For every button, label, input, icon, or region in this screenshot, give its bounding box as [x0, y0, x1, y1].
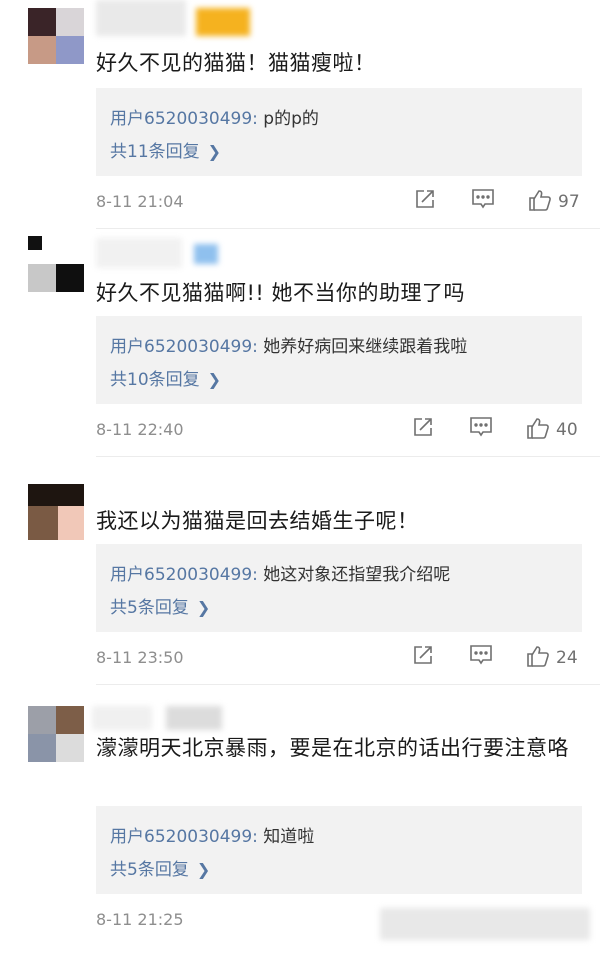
reply-username[interactable]: 用户6520030499:	[110, 109, 258, 129]
like-count: 97	[558, 192, 580, 212]
reply-text: 她这对象还指望我介绍呢	[257, 565, 451, 585]
comment-footer: 8-11 21:04 97	[96, 188, 586, 218]
comment-time: 8-11 22:40	[96, 420, 184, 439]
view-replies-label: 共10条回复	[110, 370, 200, 390]
avatar[interactable]	[28, 236, 84, 292]
share-icon[interactable]	[414, 188, 436, 218]
chevron-right-icon: ❯	[196, 598, 211, 617]
share-icon[interactable]	[412, 644, 434, 674]
comment-item: 我还以为猫猫是回去结婚生子呢！ 用户6520030499: 她这对象还指望我介绍…	[0, 456, 600, 684]
chevron-right-icon: ❯	[207, 370, 222, 389]
comment-item: 好久不见猫猫啊!! 她不当你的助理了吗 用户6520030499: 她养好病回来…	[0, 228, 600, 456]
comment-icon[interactable]	[469, 416, 493, 446]
avatar[interactable]	[28, 706, 84, 762]
reply-username[interactable]: 用户6520030499:	[110, 565, 258, 585]
view-replies-label: 共11条回复	[110, 142, 200, 162]
comment-text: 好久不见的猫猫！猫猫瘦啦！	[96, 51, 376, 75]
view-replies-label: 共5条回复	[110, 598, 189, 618]
comment-time: 8-11 23:50	[96, 648, 184, 667]
avatar[interactable]	[28, 484, 84, 540]
comment-footer: 8-11 22:40 40	[96, 416, 586, 446]
comment-icon[interactable]	[471, 188, 495, 218]
thumb-up-icon	[529, 190, 551, 211]
comment-time: 8-11 21:04	[96, 192, 184, 211]
reply-preview[interactable]: 用户6520030499: 知道啦 共5条回复 ❯	[96, 806, 582, 894]
reply-preview[interactable]: 用户6520030499: p的p的 共11条回复 ❯	[96, 88, 582, 176]
comment-icon[interactable]	[469, 644, 493, 674]
like-button[interactable]: 40	[526, 416, 586, 446]
like-count: 40	[556, 420, 578, 440]
comment-item: 好久不见的猫猫！猫猫瘦啦！ 用户6520030499: p的p的 共11条回复 ❯…	[0, 0, 600, 228]
reply-text: 知道啦	[257, 827, 315, 847]
reply-line: 用户6520030499: 她养好病回来继续跟着我啦	[110, 332, 467, 357]
avatar[interactable]	[28, 8, 84, 64]
reply-line: 用户6520030499: 她这对象还指望我介绍呢	[110, 560, 450, 585]
chevron-right-icon: ❯	[207, 142, 222, 161]
view-replies-link[interactable]: 共5条回复 ❯	[110, 593, 210, 618]
reply-preview[interactable]: 用户6520030499: 她养好病回来继续跟着我啦 共10条回复 ❯	[96, 316, 582, 404]
actions-blur	[380, 908, 590, 940]
share-icon[interactable]	[412, 416, 434, 446]
reply-text: 她养好病回来继续跟着我啦	[257, 337, 468, 357]
like-count: 24	[556, 648, 578, 668]
like-button[interactable]: 97	[528, 188, 588, 218]
view-replies-link[interactable]: 共11条回复 ❯	[110, 137, 221, 162]
view-replies-link[interactable]: 共10条回复 ❯	[110, 365, 221, 390]
thumb-up-icon	[527, 418, 549, 439]
reply-username[interactable]: 用户6520030499:	[110, 827, 258, 847]
comment-text: 好久不见猫猫啊!! 她不当你的助理了吗	[96, 281, 466, 305]
comment-item: 濛濛明天北京暴雨，要是在北京的话出行要注意咯 用户6520030499: 知道啦…	[0, 684, 600, 955]
chevron-right-icon: ❯	[196, 860, 211, 879]
comment-time: 8-11 21:25	[96, 910, 184, 929]
reply-text: p的p的	[257, 109, 319, 129]
reply-username[interactable]: 用户6520030499:	[110, 337, 258, 357]
view-replies-label: 共5条回复	[110, 860, 189, 880]
comment-text: 我还以为猫猫是回去结婚生子呢！	[96, 509, 419, 533]
comment-footer: 8-11 23:50 24	[96, 644, 586, 674]
reply-preview[interactable]: 用户6520030499: 她这对象还指望我介绍呢 共5条回复 ❯	[96, 544, 582, 632]
thumb-up-icon	[527, 646, 549, 667]
reply-line: 用户6520030499: p的p的	[110, 104, 319, 129]
reply-line: 用户6520030499: 知道啦	[110, 822, 314, 847]
view-replies-link[interactable]: 共5条回复 ❯	[110, 855, 210, 880]
like-button[interactable]: 24	[526, 644, 586, 674]
comment-text: 濛濛明天北京暴雨，要是在北京的话出行要注意咯	[96, 736, 569, 760]
